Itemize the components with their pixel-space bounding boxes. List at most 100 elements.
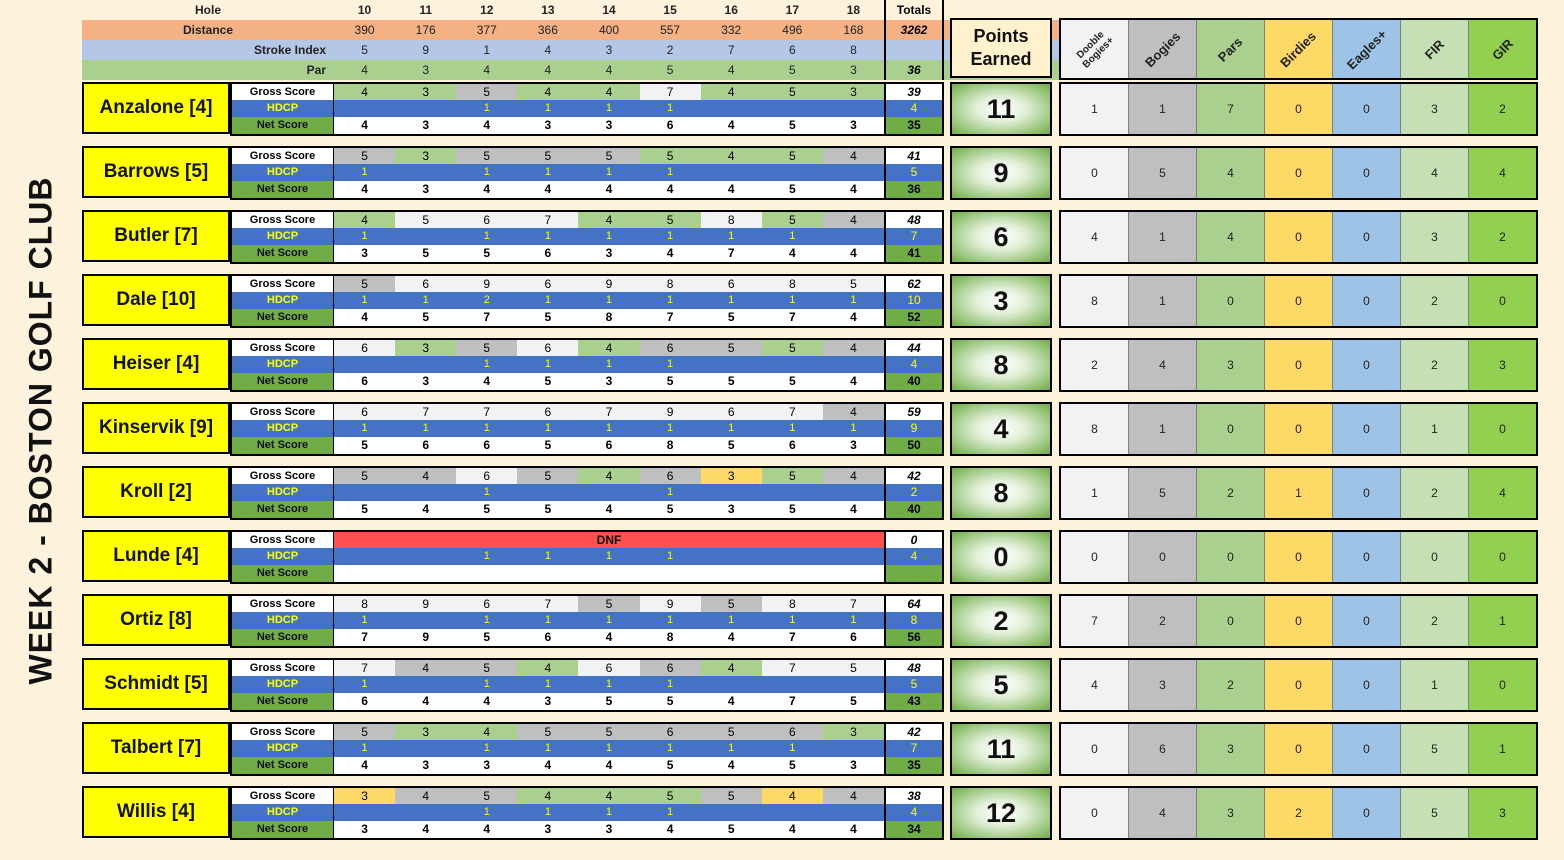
gross-score-label: Gross Score [230,276,334,292]
player-card: Barrows [5] Gross Score 5 3 5 5 5 5 4 5 4 41 HDCP 1 1 1… [82,144,1538,208]
gross-score-cell: 7 [334,660,396,676]
gross-score-cell: 4 [517,84,579,100]
birdies-count: 0 [1265,404,1333,454]
double-bogies-count: 7 [1061,596,1129,646]
hdcp-total: 7 [884,740,944,757]
net-score-cell: 4 [361,758,368,772]
net-score-cell: 3 [361,246,368,260]
hdcp-cell: 1 [483,806,490,818]
gross-total: 62 [884,276,944,292]
net-score-cell: 4 [850,246,857,260]
fir-count: 2 [1401,596,1469,646]
birdies-count: 0 [1265,212,1333,262]
gross-score-cell: 5 [456,84,518,100]
net-score-row: Net Score 5 6 6 5 6 8 5 6 3 50 [230,437,944,456]
net-total [884,565,944,582]
gross-score-cell: 5 [517,468,579,484]
net-score-cell: 9 [422,630,429,644]
gross-score-cell: 4 [395,788,457,804]
hdcp-row: HDCP 1 1 1 1 4 [230,548,944,565]
birdies-count: 2 [1265,788,1333,838]
net-score-label: Net Score [230,117,334,134]
gross-score-row: Gross Score 4 5 6 7 4 5 8 5 4 48 [230,210,944,228]
gross-score-cell: 4 [578,212,640,228]
player-stats: 8100020 [1059,274,1538,328]
hdcp-cells: 1 1 1 1 [334,356,884,373]
hdcp-cells: 11 [334,484,884,501]
gross-score-cell: 4 [822,340,884,356]
hdcp-total: 10 [884,292,944,309]
gross-total: 41 [884,148,944,164]
gross-score-cell: 9 [395,596,457,612]
net-score-cells [334,565,884,582]
hdcp-cell: 1 [544,678,551,690]
net-score-cell: 4 [544,182,552,196]
fir-count: 4 [1401,148,1469,198]
gross-score-cell: 6 [639,340,701,356]
hdcp-cell: 1 [728,422,735,434]
birdies-count: 0 [1265,724,1333,774]
hdcp-cell: 1 [667,230,674,242]
net-score-cell: 5 [666,694,674,708]
gross-score-row: Gross Score 6 3 5 6 4 6 5 5 4 44 [230,338,944,356]
distance-label: Distance [182,23,234,37]
distance-values: 390 176 377 366 400 557 332 496 168 [334,20,884,40]
double-bogies-count: 4 [1061,212,1129,262]
hdcp-cell: 1 [483,422,490,434]
gross-score-cell: 5 [639,788,701,804]
player-card: Schmidt [5] Gross Score 7 4 5 4 6 6 4 7 5 48 HDCP 1 1 1… [82,656,1538,720]
net-score-cell: 5 [544,438,552,452]
gir-count: 3 [1469,788,1536,838]
gross-score-cell: 4 [578,84,640,100]
player-name: Kroll [2] [82,466,230,518]
net-score-cell: 4 [605,182,613,196]
gross-score-cell: 7 [517,212,579,228]
net-score-cell: 4 [850,374,857,388]
players-list: Anzalone [4] Gross Score 4 3 5 4 4 7 4 5 3 39 HDCP 1 1… [82,80,1538,848]
fir-header: FIR [1421,36,1448,62]
net-score-cell: 5 [422,310,429,324]
gross-score-cell: 5 [456,148,518,164]
gross-score-cells: 677679674 [334,404,884,421]
hdcp-cell: 1 [361,294,368,306]
hdcp-cell: 1 [850,614,857,626]
gross-score-cell: 4 [395,660,457,676]
birdies-count: 0 [1265,660,1333,710]
hdcp-cell [395,740,456,757]
hole-number: 18 [846,3,861,17]
dnf-badge: DNF [334,532,884,548]
birdies-header: Birdies [1277,28,1320,70]
hdcp-cells: 1 1 1 1 [334,548,884,565]
gross-score-cell: 6 [578,660,640,676]
bogies-count: 1 [1129,404,1197,454]
hdcp-total: 7 [884,228,944,245]
gross-score-cell: 9 [456,276,518,292]
gross-score-label: Gross Score [230,148,334,164]
gross-score-cell: 4 [822,468,884,484]
net-score-cell: 5 [361,502,368,516]
gross-score-row: Gross Score 7 4 5 4 6 6 4 7 5 48 [230,658,944,676]
net-score-cell [395,565,456,582]
double-bogies-count: 1 [1061,468,1129,518]
player-card: Willis [4] Gross Score 3 4 5 4 4 5 5 4 4 38 HDCP 1 1 1 1… [82,784,1538,848]
birdies-count: 1 [1265,468,1333,518]
hdcp-cell [823,100,884,117]
gross-score-cell: 8 [700,212,762,228]
hdcp-total: 2 [884,484,944,501]
gross-score-cell: 6 [517,404,579,420]
hdcp-row: HDCP 1 1 1 1 4 [230,356,944,373]
net-score-cell: 5 [666,374,674,388]
hdcp-cell: 1 [483,742,490,754]
gross-total: 0 [884,532,944,548]
player-stats: 4320010 [1059,658,1538,712]
gross-score-cell: 3 [700,468,762,484]
gross-score-cell: 7 [395,404,457,420]
net-score-cell: 4 [422,694,429,708]
gross-score-row: Gross Score 8 9 6 7 5 9 5 8 7 64 [230,594,944,612]
points-earned: 11 [950,82,1052,136]
net-score-cell: 7 [666,310,674,324]
hdcp-cell: 1 [361,678,368,690]
hdcp-cell: 1 [361,422,368,434]
net-score-cells: 5 4 5 5 4 5 3 5 4 [334,501,884,518]
points-earned: 4 [950,402,1052,456]
